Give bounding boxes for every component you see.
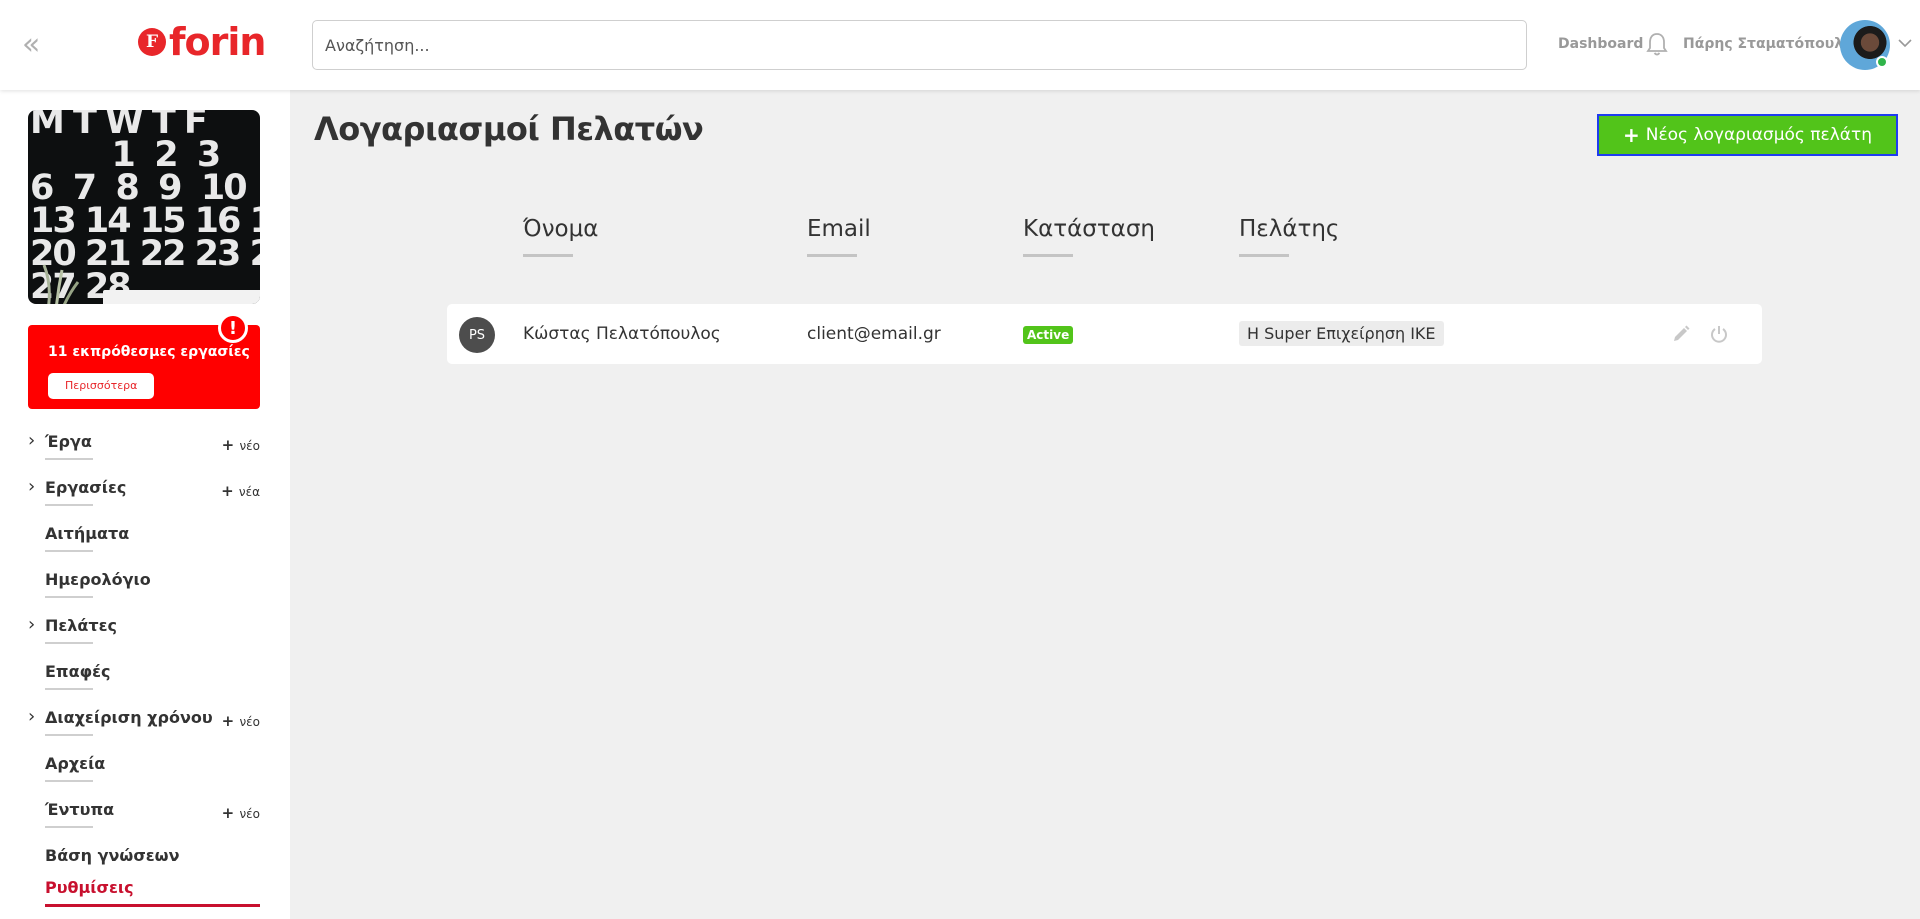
column-header-email[interactable]: Email	[807, 216, 871, 257]
add-new-label: νέα	[238, 485, 260, 499]
online-status-dot	[1876, 56, 1888, 68]
sidebar-item-label: Διαχείριση χρόνου	[45, 708, 213, 727]
sidebar-item-underline	[45, 504, 93, 506]
sidebar-item[interactable]: › Διαχείριση χρόνου + νέο	[28, 706, 260, 748]
page-title: Λογαριασμοί Πελατών	[314, 110, 704, 148]
sidebar-item[interactable]: › Εργασίες + νέα	[28, 476, 260, 518]
column-header-client[interactable]: Πελάτης	[1239, 216, 1340, 257]
more-button[interactable]: Περισσότερα	[48, 373, 155, 399]
sidebar-item-label: Ρυθμίσεις	[45, 878, 134, 897]
sidebar-item-label: Πελάτες	[45, 616, 118, 635]
sidebar-item-underline	[45, 780, 93, 782]
sidebar-item-label: Αρχεία	[45, 754, 106, 773]
plus-icon: +	[221, 436, 240, 454]
chevron-right-icon[interactable]: ›	[28, 476, 35, 497]
sidebar-item-underline	[45, 642, 93, 644]
client-tag[interactable]: Η Super Επιχείρηση ΙΚΕ	[1239, 321, 1444, 346]
add-new-label: νέο	[239, 807, 260, 821]
add-new-link[interactable]: + νέο	[222, 804, 260, 822]
sidebar-item-underline	[45, 734, 93, 736]
overdue-alert-text: 11 εκπρόθεσμες εργασίες	[48, 344, 250, 360]
chevron-down-icon[interactable]	[1898, 38, 1912, 48]
collapse-sidebar-icon[interactable]: «	[22, 30, 40, 60]
sidebar-item[interactable]: Έντυπα + νέο	[28, 800, 260, 840]
column-underline	[807, 254, 857, 257]
logo[interactable]: F forin	[138, 20, 266, 64]
row-name[interactable]: Κώστας Πελατόπουλος	[523, 324, 721, 344]
sidebar: M T W T F 1 2 3 6 7 8 9 10 13 14 15 16 1…	[0, 90, 290, 919]
edit-icon[interactable]	[1671, 324, 1691, 344]
column-header-status[interactable]: Κατάσταση	[1023, 216, 1155, 257]
column-header-label: Email	[807, 216, 871, 242]
dashboard-link[interactable]: Dashboard	[1558, 36, 1643, 52]
sidebar-item[interactable]: Ρυθμίσεις	[28, 878, 260, 918]
sidebar-item[interactable]: Αρχεία	[28, 754, 260, 794]
add-new-link[interactable]: + νέο	[222, 436, 260, 454]
top-header: « F forin Dashboard Πάρης Σταματόπουλος	[0, 0, 1920, 90]
column-underline	[1023, 254, 1073, 257]
column-underline	[1239, 254, 1289, 257]
sidebar-item-underline	[45, 904, 260, 907]
sidebar-item[interactable]: › Έργα + νέο	[28, 430, 260, 472]
bell-icon[interactable]	[1645, 31, 1669, 57]
sidebar-item-label: Έντυπα	[45, 800, 115, 819]
sidebar-item-underline	[45, 688, 93, 690]
plus-icon: +	[221, 804, 240, 822]
sidebar-item-underline	[45, 458, 93, 460]
new-client-account-label: Νέος λογαριασμός πελάτη	[1645, 125, 1872, 145]
add-new-label: νέο	[239, 439, 260, 453]
sidebar-item-label: Εργασίες	[45, 478, 127, 497]
table-row[interactable]: PS Κώστας Πελατόπουλος client@email.gr A…	[447, 304, 1762, 364]
column-underline	[523, 254, 573, 257]
plus-icon: +	[1622, 123, 1640, 147]
sidebar-item-label: Αιτήματα	[45, 524, 130, 543]
column-header-label: Όνομα	[523, 216, 599, 242]
sidebar-item[interactable]: Επαφές	[28, 662, 260, 702]
plus-icon: +	[221, 482, 239, 500]
sidebar-item-underline	[45, 596, 93, 598]
logo-mark: F	[138, 28, 166, 56]
logo-text: forin	[169, 20, 266, 64]
alert-exclamation-icon: !	[218, 313, 248, 343]
sidebar-item-label: Έργα	[45, 432, 92, 451]
power-icon[interactable]	[1709, 324, 1729, 344]
chevron-right-icon[interactable]: ›	[28, 706, 35, 727]
sidebar-item-underline	[45, 550, 93, 552]
sidebar-item[interactable]: Αιτήματα	[28, 524, 260, 564]
shelf-decoration	[103, 290, 260, 304]
column-header-label: Πελάτης	[1239, 216, 1340, 242]
chevron-right-icon[interactable]: ›	[28, 614, 35, 635]
row-email: client@email.gr	[807, 324, 941, 344]
sidebar-item-label: Βάση γνώσεων	[45, 846, 180, 865]
sidebar-item[interactable]: › Πελάτες	[28, 614, 260, 656]
search-input[interactable]	[312, 20, 1527, 70]
sidebar-item-underline	[45, 826, 93, 828]
sidebar-item[interactable]: Ημερολόγιο	[28, 570, 260, 610]
add-new-label: νέο	[239, 715, 260, 729]
chevron-right-icon[interactable]: ›	[28, 430, 35, 451]
sidebar-item-label: Επαφές	[45, 662, 111, 681]
add-new-link[interactable]: + νέα	[221, 482, 260, 500]
sidebar-item-label: Ημερολόγιο	[45, 570, 151, 589]
column-header-name[interactable]: Όνομα	[523, 216, 599, 257]
column-header-label: Κατάσταση	[1023, 216, 1155, 242]
plant-icon	[42, 264, 80, 304]
add-new-link[interactable]: + νέο	[222, 712, 260, 730]
calendar-image: M T W T F 1 2 3 6 7 8 9 10 13 14 15 16 1…	[28, 110, 260, 304]
avatar-initials: PS	[459, 317, 495, 353]
new-client-account-button[interactable]: + Νέος λογαριασμός πελάτη	[1597, 114, 1898, 156]
user-name[interactable]: Πάρης Σταματόπουλος	[1683, 36, 1861, 52]
status-badge: Active	[1023, 326, 1074, 344]
plus-icon: +	[221, 712, 240, 730]
